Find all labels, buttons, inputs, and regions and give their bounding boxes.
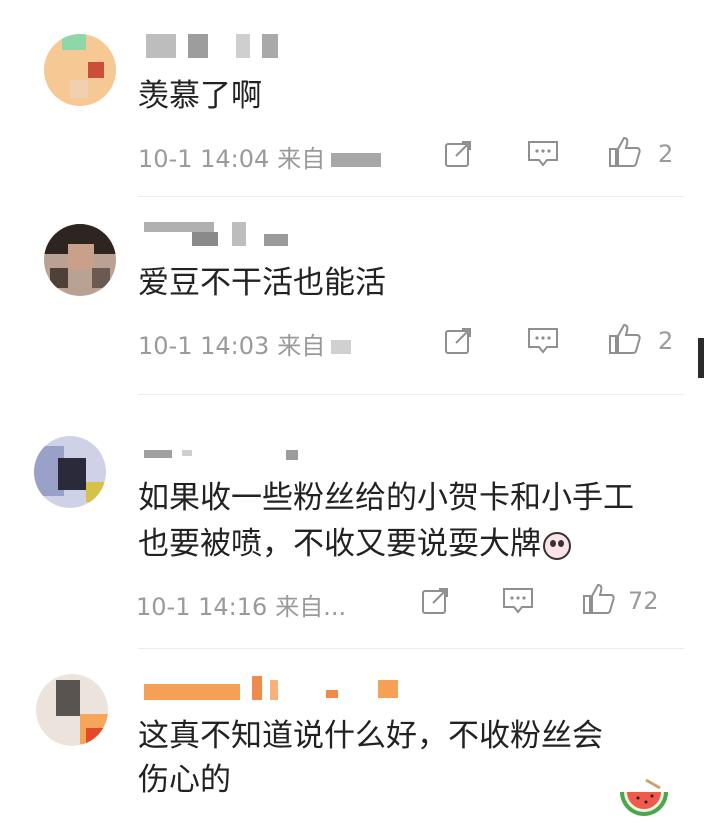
username-blurred[interactable] <box>144 676 404 700</box>
comment-text-line-1: 这真不知道说什么好，不收粉丝会 <box>138 718 603 754</box>
scrollbar-thumb[interactable] <box>698 338 704 378</box>
comment-text-line-2: 伤心的 <box>138 762 231 798</box>
watermelon-icon <box>616 778 672 822</box>
comment-item-4: 这真不知道说什么好，不收粉丝会 伤心的 <box>0 0 704 824</box>
avatar[interactable] <box>36 674 108 746</box>
